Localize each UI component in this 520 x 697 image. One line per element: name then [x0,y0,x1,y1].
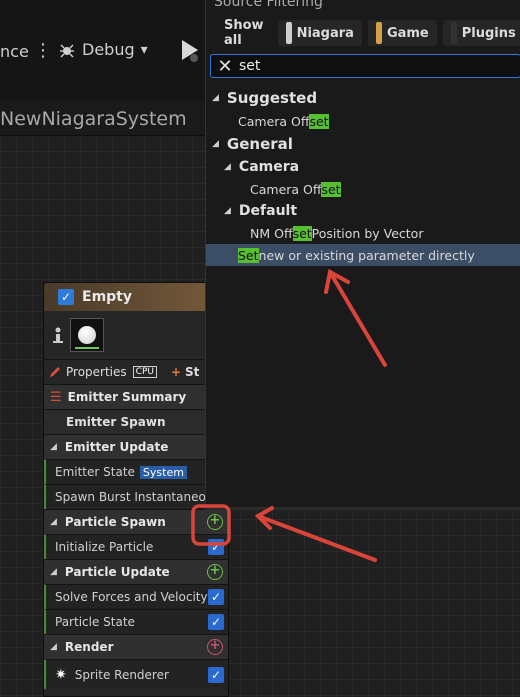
particle-spawn-row[interactable]: ◢ Particle Spawn + [44,509,228,534]
emitter-update-row[interactable]: ◢ Emitter Update [44,434,228,459]
collapse-triangle-icon[interactable]: ◢ [50,642,57,652]
add-renderer-icon[interactable]: + [207,639,223,655]
emitter-state-module[interactable]: Emitter State System [44,459,228,484]
list-icon: ☰ [50,389,62,405]
debug-label: Debug [82,40,135,59]
collapse-triangle-icon[interactable]: ◢ [50,567,57,577]
add-module-popup: Source Filtering Show all Niagara Game P… [205,0,520,510]
play-icon[interactable] [178,38,202,69]
properties-label: Properties [66,365,127,379]
render-row[interactable]: ◢ Render + [44,634,228,659]
add-stage-button[interactable]: + St [171,365,199,379]
emitter-thumbnail[interactable] [70,318,104,352]
cpu-badge: CPU [132,366,157,378]
module-enable-checkbox[interactable]: ✓ [208,614,224,630]
list-item-selected[interactable]: Set new or existing parameter directly [206,244,520,266]
properties-row[interactable]: Properties CPU + St [44,359,228,384]
emitter-node[interactable]: ✓ Empty Properties CPU + St ☰ Emitter Sum… [43,282,229,697]
pencil-icon [50,367,60,377]
filter-niagara[interactable]: Niagara [277,20,362,46]
debug-button[interactable]: Debug ▾ [58,40,148,59]
module-enable-checkbox[interactable]: ✓ [208,667,224,683]
node-title: Empty [82,289,132,305]
particle-update-row[interactable]: ◢ Particle Update + [44,559,228,584]
filter-show-all[interactable]: Show all [216,18,272,48]
category-camera[interactable]: ◢ Camera [206,156,520,178]
more-options-icon[interactable]: ⋮ [34,40,52,61]
category-default[interactable]: ◢ Default [206,200,520,222]
collapse-triangle-icon[interactable]: ◢ [50,442,57,452]
add-module-icon[interactable]: + [207,564,223,580]
collapse-triangle-icon: ◢ [224,206,231,216]
node-thumbnail-row [44,311,228,359]
add-module-icon[interactable]: + [207,514,223,530]
action-list: ◢ Suggested Camera Off set ◢ General ◢ Camer… [206,86,520,266]
list-item[interactable]: Camera Off set [206,178,520,200]
module-enable-checkbox[interactable]: ✓ [208,589,224,605]
filter-game[interactable]: Game [367,20,437,46]
system-tab-title[interactable]: NewNiagaraSystem [0,108,187,130]
person-icon [53,327,63,343]
collapse-triangle-icon[interactable]: ◢ [50,517,57,527]
collapse-triangle-icon: ◢ [212,139,219,149]
sprite-renderer-module[interactable]: ✷ Sprite Renderer ✓ [44,659,228,689]
node-header[interactable]: ✓ Empty [44,283,228,311]
spawn-burst-module[interactable]: Spawn Burst Instantaneous [44,484,228,509]
particle-state-module[interactable]: Particle State ✓ [44,609,228,634]
search-value: set [239,58,261,74]
module-enable-checkbox[interactable]: ✓ [208,539,224,555]
enable-checkbox[interactable]: ✓ [58,289,74,305]
list-item[interactable]: NM Off set Position by Vector [206,222,520,244]
category-suggested[interactable]: ◢ Suggested [206,86,520,110]
emitter-spawn-row[interactable]: Emitter Spawn [44,409,228,434]
source-filtering-title: Source Filtering [214,0,323,10]
clear-search-icon[interactable]: ✕ [211,56,239,77]
filter-plugins[interactable]: Plugins [442,20,520,46]
plus-icon: + [170,365,182,379]
source-filter-bar: Show all Niagara Game Plugins [206,16,520,50]
search-input[interactable]: ✕ set [210,54,520,78]
sprite-icon: ✷ [55,666,67,683]
bug-icon [60,44,74,57]
collapse-triangle-icon: ◢ [224,162,231,172]
collapse-triangle-icon: ◢ [212,93,219,103]
emitter-summary-row[interactable]: ☰ Emitter Summary [44,384,228,409]
system-badge: System [139,465,187,479]
toolbar-label[interactable]: nce [0,42,29,61]
editor-toolbar: nce ⋮ Debug ▾ [0,0,210,100]
solve-forces-module[interactable]: Solve Forces and Velocity ✓ [44,584,228,609]
initialize-particle-module[interactable]: Initialize Particle ✓ [44,534,228,559]
chevron-down-icon: ▾ [140,41,148,58]
list-item[interactable]: Camera Off set [206,110,520,132]
category-general[interactable]: ◢ General [206,132,520,156]
